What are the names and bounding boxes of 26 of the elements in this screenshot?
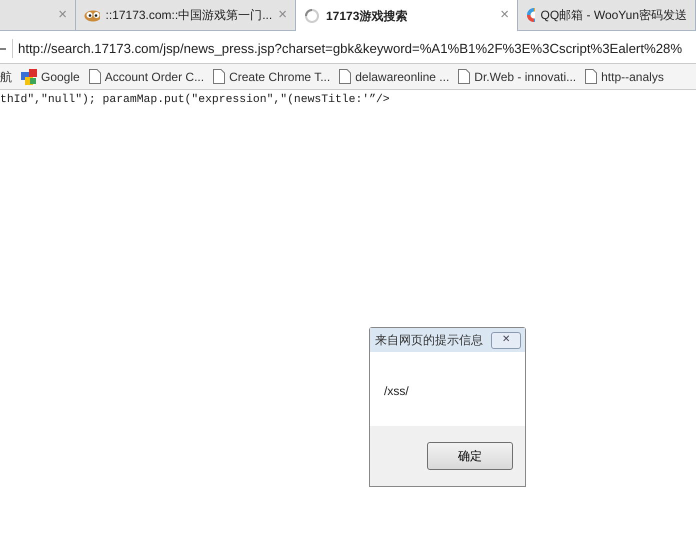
bookmark[interactable]: Google: [21, 68, 80, 86]
page-source-text: thId","null"); paramMap.put("expression","(newsTitle:'”/>: [0, 92, 391, 108]
address-bar[interactable]: http://search.17173.com/jsp/news_press.jsp?charset=gbk&keyword=%A1%B1%2F%3E%3Cscript%3Ealert%28%: [12, 38, 682, 58]
tab[interactable]: 17173游戏搜索 ×: [296, 0, 518, 31]
bookmark[interactable]: Dr.Web - innovati...: [458, 68, 576, 86]
close-button[interactable]: ✕: [491, 332, 521, 348]
dialog-title: 来自网页的提示信息: [375, 332, 483, 349]
page-icon: [585, 69, 598, 84]
loading-spinner-icon: [304, 8, 320, 24]
ok-button[interactable]: 确定: [427, 442, 513, 470]
page-icon: [88, 69, 101, 84]
close-button[interactable]: ×: [500, 4, 509, 27]
page-icon: [213, 69, 226, 84]
tab[interactable]: ::17173.com::中国游戏第一门... ×: [76, 0, 296, 30]
page-icon: [458, 69, 470, 84]
circle-logo-icon: [526, 7, 535, 23]
face-icon: [84, 8, 100, 22]
bookmark[interactable]: http--analys: [585, 68, 664, 86]
bookmark[interactable]: delawareonline ...: [339, 68, 450, 86]
page-icon: [339, 69, 352, 84]
google-icon: [21, 68, 37, 84]
bookmark[interactable]: Account Order C...: [88, 68, 204, 86]
bookmark[interactable]: Create Chrome T...: [213, 68, 330, 86]
bookmark[interactable]: 航: [0, 68, 12, 86]
dialog-message: /xss/: [384, 384, 409, 398]
tab[interactable]: QQ邮箱 - WooYun密码发送: [518, 0, 696, 30]
